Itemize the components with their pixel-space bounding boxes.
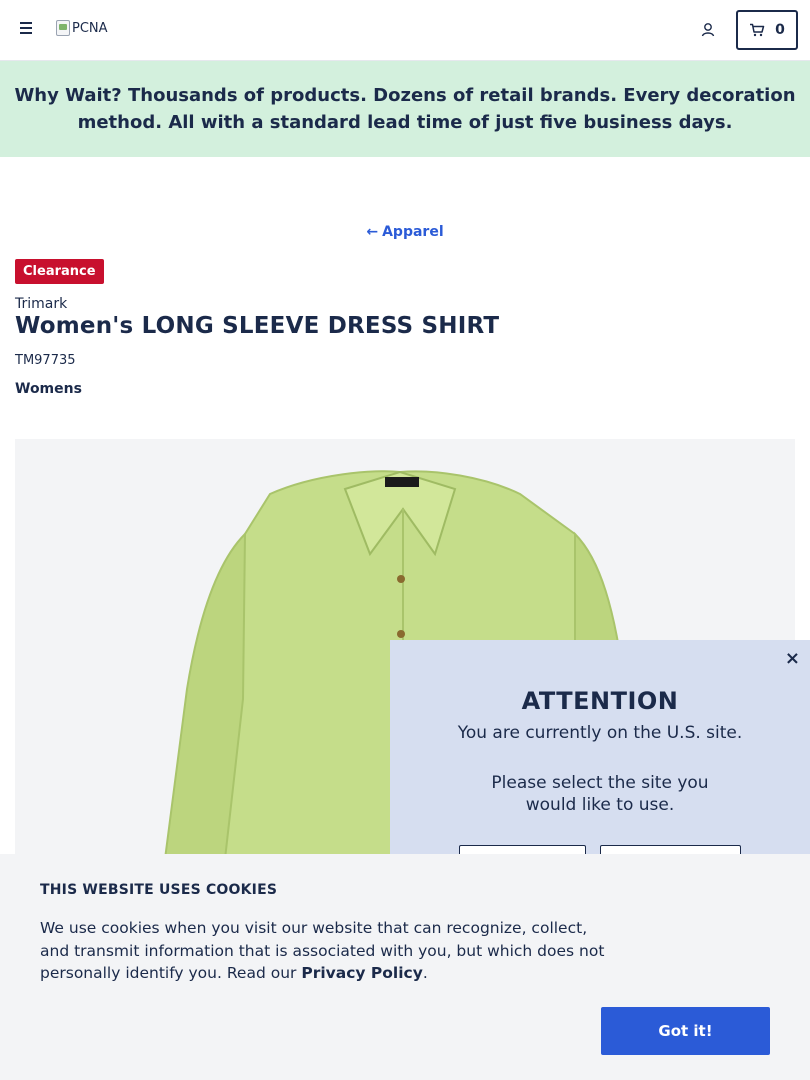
product-category-link[interactable]: Womens (15, 381, 82, 397)
promo-banner: Why Wait? Thousands of products. Dozens … (0, 61, 810, 157)
modal-heading: ATTENTION (521, 687, 679, 715)
cart-icon (750, 23, 765, 37)
product-sku: TM97735 (15, 353, 76, 368)
clearance-badge: Clearance (15, 259, 104, 284)
cookie-text: We use cookies when you visit our websit… (40, 917, 620, 985)
product-brand: Trimark (15, 296, 68, 312)
cart-button[interactable]: 0 (736, 10, 798, 50)
back-link-label: Apparel (382, 224, 444, 240)
user-icon[interactable] (699, 21, 717, 39)
promo-lead: Why Wait? (14, 85, 122, 106)
broken-image-icon (56, 20, 70, 36)
close-icon[interactable]: × (785, 648, 800, 669)
select-site-prompt: Please select the site you would like to… (491, 773, 709, 815)
promo-body: Thousands of products. Dozens of retail … (77, 85, 796, 133)
menu-icon[interactable] (20, 22, 36, 38)
site-header: PCNA 0 (0, 0, 810, 61)
cart-count: 0 (775, 22, 785, 38)
accept-cookies-button[interactable]: Got it! (601, 1007, 770, 1055)
cookie-heading: THIS WEBSITE USES COOKIES (40, 882, 278, 898)
cookie-banner: THIS WEBSITE USES COOKIES We use cookies… (0, 854, 810, 1080)
logo[interactable]: PCNA (56, 20, 108, 36)
product-title: Women's LONG SLEEVE DRESS SHIRT (15, 313, 500, 339)
arrow-left-icon: ← (366, 224, 379, 240)
current-site-text: You are currently on the U.S. site. (457, 723, 743, 743)
cookie-period: . (422, 964, 428, 982)
back-to-category-link[interactable]: ← Apparel (0, 224, 810, 240)
promo-text: Why Wait? Thousands of products. Dozens … (12, 82, 798, 136)
privacy-policy-link[interactable]: Privacy Policy (301, 964, 423, 982)
logo-alt-text: PCNA (72, 20, 108, 36)
